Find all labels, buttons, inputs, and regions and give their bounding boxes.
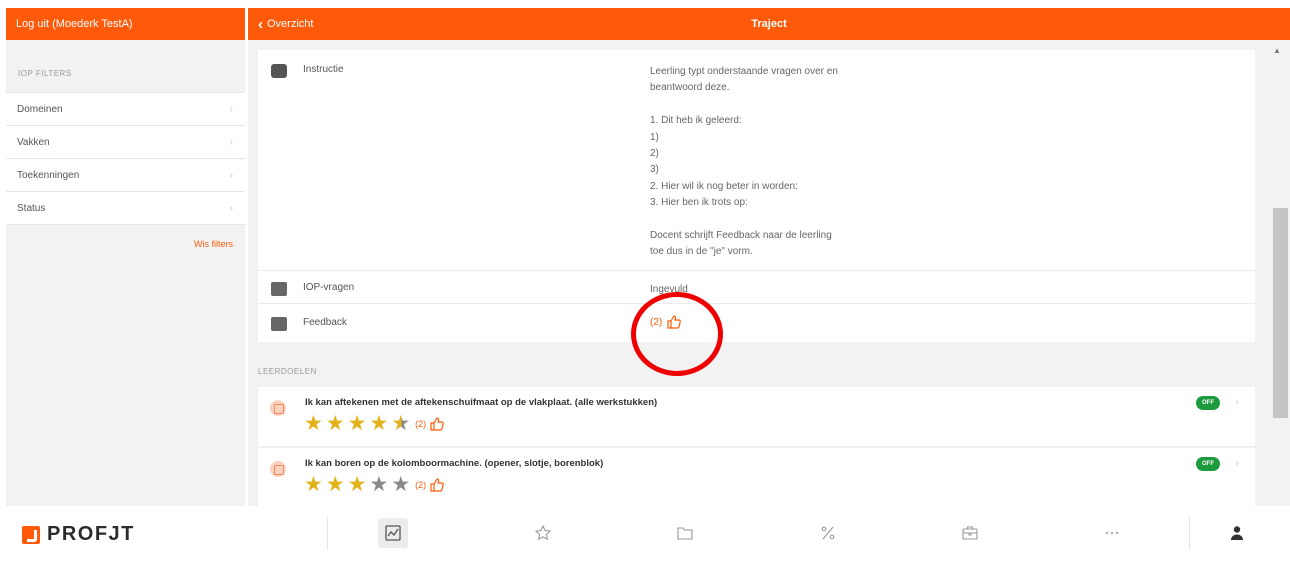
more-icon <box>1105 531 1119 535</box>
main-content: Instructie Leerling typt onderstaande vr… <box>248 40 1264 506</box>
sidebar: IOP FILTERS Domeinen › Vakken › Toekenni… <box>6 40 245 506</box>
filter-section-title: IOP FILTERS <box>18 69 72 78</box>
goal-title: Ik kan aftekenen met de aftekenschuifmaa… <box>305 397 658 408</box>
star-full-icon: ★ <box>347 473 367 496</box>
star-empty-icon: ★ <box>391 473 411 496</box>
nav-favorites-button[interactable] <box>528 518 558 548</box>
iop-questions-value: Ingevuld <box>650 284 688 295</box>
nav-divider <box>1189 517 1190 550</box>
logout-link[interactable]: Log uit (Moederk TestA) <box>16 18 133 30</box>
thumbs-up-icon[interactable] <box>429 477 445 493</box>
filter-item-label: Toekenningen <box>17 169 80 181</box>
goal-icon <box>270 461 286 477</box>
filter-list: Domeinen › Vakken › Toekenningen › Statu… <box>6 92 245 225</box>
chevron-right-icon: › <box>229 103 233 115</box>
instruction-row: Instructie Leerling typt onderstaande vr… <box>258 50 1255 271</box>
scrollbar[interactable]: ▲ <box>1264 40 1290 506</box>
brand-logo: PROFJT <box>22 523 135 546</box>
iop-questions-label: IOP-vragen <box>303 282 355 293</box>
clear-filters-link[interactable]: Wis filters <box>6 225 245 249</box>
app: Log uit (Moederk TestA) ‹ Overzicht Traj… <box>0 0 1290 561</box>
folder-icon <box>677 527 693 540</box>
learning-goals-title: LEERDOELEN <box>258 367 317 376</box>
star-half-icon: ★ <box>391 412 411 435</box>
filter-item-status[interactable]: Status › <box>6 192 245 225</box>
star-rating: ★ ★ ★ ★ ★ (2) <box>304 474 445 496</box>
filter-item-domeinen[interactable]: Domeinen › <box>6 93 245 126</box>
learning-goal-item[interactable]: Ik kan aftekenen met de aftekenschuifmaa… <box>258 387 1255 447</box>
nav-profile-button[interactable] <box>1222 518 1252 548</box>
iop-questions-row[interactable]: IOP-vragen Ingevuld <box>258 271 1255 304</box>
filter-item-toekenningen[interactable]: Toekenningen › <box>6 159 245 192</box>
instruction-label: Instructie <box>303 64 344 75</box>
goal-title: Ik kan boren op de kolomboormachine. (op… <box>305 458 604 469</box>
chart-icon <box>385 525 401 541</box>
briefcase-icon <box>962 526 978 540</box>
scroll-up-arrow-icon[interactable]: ▲ <box>1264 46 1290 55</box>
star-full-icon: ★ <box>347 412 367 435</box>
star-full-icon: ★ <box>304 473 323 496</box>
chevron-right-icon: › <box>229 169 233 181</box>
filter-item-label: Vakken <box>17 136 50 148</box>
brand-name: PROFJT <box>47 523 135 545</box>
back-button[interactable]: ‹ Overzicht <box>258 8 313 40</box>
chat-bubble-icon <box>271 64 287 78</box>
nav-dashboard-button[interactable] <box>378 518 408 548</box>
star-full-icon: ★ <box>304 412 323 435</box>
feedback-label: Feedback <box>303 317 347 328</box>
goal-feedback-count: (2) <box>415 419 427 429</box>
top-header: ‹ Overzicht Traject <box>248 8 1290 40</box>
status-toggle[interactable]: OFF <box>1196 457 1220 471</box>
goal-icon <box>270 400 286 416</box>
nav-divider <box>327 517 328 550</box>
filter-item-label: Domeinen <box>17 103 63 115</box>
bottom-nav: PROFJT <box>0 506 1290 561</box>
nav-results-button[interactable] <box>813 518 843 548</box>
filter-item-label: Status <box>17 202 46 214</box>
instruction-text: Leerling typt onderstaande vragen over e… <box>650 66 838 258</box>
filter-item-vakken[interactable]: Vakken › <box>6 126 245 159</box>
feedback-row: Feedback (2) <box>258 304 1255 342</box>
document-icon <box>271 282 287 296</box>
feedback-icon <box>271 317 287 331</box>
feedback-count: (2) <box>650 316 663 328</box>
status-toggle[interactable]: OFF <box>1196 396 1220 410</box>
star-icon <box>534 524 552 541</box>
back-label: Overzicht <box>267 18 314 30</box>
thumbs-up-icon[interactable] <box>429 416 445 432</box>
chevron-right-icon: › <box>229 136 233 148</box>
star-rating: ★ ★ ★ ★ ★ (2) <box>304 413 445 435</box>
chevron-right-icon: › <box>229 202 233 214</box>
nav-portfolio-button[interactable] <box>955 518 985 548</box>
chevron-right-icon: › <box>1235 397 1239 408</box>
thumbs-up-icon <box>667 315 682 329</box>
star-empty-icon: ★ <box>369 473 389 496</box>
goal-feedback-count: (2) <box>415 480 427 490</box>
feedback-button[interactable]: (2) <box>650 314 682 330</box>
scrollbar-thumb[interactable] <box>1273 208 1288 418</box>
logout-bar[interactable]: Log uit (Moederk TestA) <box>6 8 245 40</box>
nav-more-button[interactable] <box>1097 518 1127 548</box>
learning-goal-item[interactable]: Ik kan boren op de kolomboormachine. (op… <box>258 448 1255 506</box>
star-full-icon: ★ <box>369 412 389 435</box>
percent-icon <box>821 526 835 540</box>
star-full-icon: ★ <box>325 473 345 496</box>
chevron-left-icon: ‹ <box>258 15 263 33</box>
details-card: Instructie Leerling typt onderstaande vr… <box>258 50 1255 342</box>
logo-mark-icon <box>22 525 40 544</box>
nav-folders-button[interactable] <box>670 518 700 548</box>
star-full-icon: ★ <box>325 412 345 435</box>
user-icon <box>1231 526 1243 540</box>
chevron-right-icon: › <box>1235 458 1239 469</box>
page-title: Traject <box>751 18 787 30</box>
